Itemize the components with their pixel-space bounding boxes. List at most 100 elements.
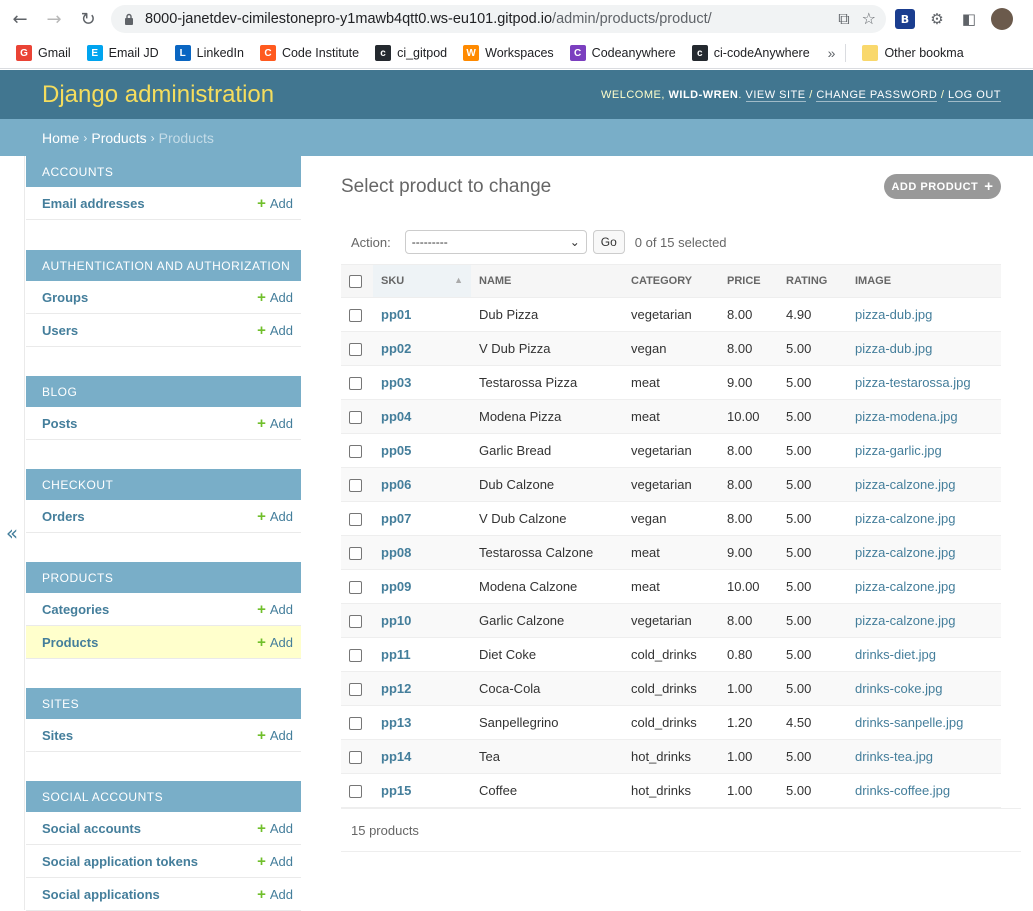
share-icon[interactable]: ⧉ [838,9,849,29]
add-sites-link[interactable]: + Add [257,727,293,744]
bookmarks-overflow-icon[interactable]: » [828,45,836,61]
product-image-link[interactable]: pizza-calzone.jpg [855,613,955,628]
add-categories-link[interactable]: + Add [257,601,293,618]
product-sku-link[interactable]: pp10 [381,613,411,628]
star-icon[interactable]: ☆ [862,9,876,29]
bookmark-ci-gitpod[interactable]: c ci_gitpod [375,45,447,61]
breadcrumb-app[interactable]: Products [91,130,146,146]
sidebar-item-label[interactable]: Social applications [42,887,160,902]
product-image-link[interactable]: pizza-dub.jpg [855,341,932,356]
product-sku-link[interactable]: pp01 [381,307,411,322]
column-header-sku[interactable]: SKU ▲ [373,264,471,298]
column-header-rating[interactable]: RATING [778,264,847,298]
column-header-category[interactable]: CATEGORY [623,264,719,298]
product-sku-link[interactable]: pp13 [381,715,411,730]
sidebar-item-label[interactable]: Users [42,323,78,338]
extensions-puzzle-icon[interactable]: ⚙ [927,9,947,29]
go-button[interactable]: Go [592,230,625,254]
row-checkbox[interactable] [349,615,362,629]
module-caption[interactable]: PRODUCTS [26,562,301,593]
product-sku-link[interactable]: pp07 [381,511,411,526]
sort-ascending-icon[interactable]: ▲ [454,275,463,285]
row-checkbox[interactable] [349,343,362,357]
bookmark-linkedin[interactable]: L LinkedIn [174,45,244,61]
product-image-link[interactable]: pizza-dub.jpg [855,307,932,322]
sidebar-item-label[interactable]: Email addresses [42,196,145,211]
module-caption[interactable]: SITES [26,688,301,719]
row-checkbox[interactable] [349,513,362,527]
product-image-link[interactable]: pizza-garlic.jpg [855,443,942,458]
toggle-sidebar-button[interactable]: « [0,156,25,910]
add-orders-link[interactable]: + Add [257,508,293,525]
product-sku-link[interactable]: pp03 [381,375,411,390]
sidebar-item-label[interactable]: Posts [42,416,77,431]
module-caption[interactable]: AUTHENTICATION AND AUTHORIZATION [26,250,301,281]
row-checkbox[interactable] [349,445,362,459]
column-header-image[interactable]: IMAGE [847,264,1001,298]
add-social-accounts-link[interactable]: + Add [257,820,293,837]
log-out-link[interactable]: LOG OUT [947,88,1001,102]
profile-avatar[interactable] [991,8,1013,30]
bookmark-code-institute[interactable]: C Code Institute [259,45,359,61]
product-image-link[interactable]: drinks-coffee.jpg [855,783,950,798]
sidebar-item-label[interactable]: Categories [42,602,109,617]
add-groups-link[interactable]: + Add [257,289,293,306]
column-header-name[interactable]: NAME [471,264,623,298]
sidebar-item-label[interactable]: Sites [42,728,73,743]
action-select[interactable]: --------- ⌄ [404,230,587,254]
product-sku-link[interactable]: pp09 [381,579,411,594]
add-posts-link[interactable]: + Add [257,415,293,432]
lock-icon[interactable] [119,13,139,26]
row-checkbox[interactable] [349,683,362,697]
row-checkbox[interactable] [349,751,362,765]
row-checkbox[interactable] [349,309,362,323]
product-image-link[interactable]: pizza-calzone.jpg [855,579,955,594]
sidebar-item-label[interactable]: Products [42,635,98,650]
change-password-link[interactable]: CHANGE PASSWORD [816,88,938,102]
bookmark-codeanywhere[interactable]: C Codeanywhere [569,45,676,61]
add-email-addresses-link[interactable]: + Add [257,195,293,212]
product-image-link[interactable]: drinks-sanpelle.jpg [855,715,963,730]
row-checkbox[interactable] [349,581,362,595]
product-sku-link[interactable]: pp12 [381,681,411,696]
product-sku-link[interactable]: pp11 [381,647,411,662]
product-image-link[interactable]: pizza-calzone.jpg [855,545,955,560]
module-caption[interactable]: BLOG [26,376,301,407]
site-brand[interactable]: Django administration [42,81,274,109]
sidebar-item-label[interactable]: Social application tokens [42,854,198,869]
product-sku-link[interactable]: pp08 [381,545,411,560]
bookmark-gmail[interactable]: G Gmail [16,45,71,61]
product-sku-link[interactable]: pp15 [381,783,411,798]
bookmark-ci-codeanywhere[interactable]: c ci-codeAnywhere [691,45,810,61]
row-checkbox[interactable] [349,479,362,493]
side-panel-icon[interactable]: ◧ [959,9,979,29]
select-all-checkbox[interactable] [349,274,362,288]
product-image-link[interactable]: drinks-diet.jpg [855,647,936,662]
back-icon[interactable]: ← [6,5,34,33]
product-image-link[interactable]: drinks-tea.jpg [855,749,933,764]
sidebar-item-label[interactable]: Social accounts [42,821,141,836]
column-header-price[interactable]: PRICE [719,264,778,298]
reload-icon[interactable]: ↻ [74,5,102,33]
add-users-link[interactable]: + Add [257,322,293,339]
add-social-application-tokens-link[interactable]: + Add [257,853,293,870]
module-caption[interactable]: SOCIAL ACCOUNTS [26,781,301,812]
product-sku-link[interactable]: pp14 [381,749,411,764]
sidebar-item-label[interactable]: Groups [42,290,88,305]
product-image-link[interactable]: drinks-coke.jpg [855,681,942,696]
product-image-link[interactable]: pizza-calzone.jpg [855,477,955,492]
product-image-link[interactable]: pizza-calzone.jpg [855,511,955,526]
row-checkbox[interactable] [349,547,362,561]
product-sku-link[interactable]: pp02 [381,341,411,356]
view-site-link[interactable]: VIEW SITE [745,88,806,102]
row-checkbox[interactable] [349,377,362,391]
breadcrumb-home[interactable]: Home [42,130,79,146]
address-bar[interactable]: 8000-janetdev-cimilestonepro-y1mawb4qtt0… [111,5,886,33]
module-caption[interactable]: ACCOUNTS [26,156,301,187]
forward-icon[interactable]: → [40,5,68,33]
product-image-link[interactable]: pizza-testarossa.jpg [855,375,971,390]
extension-shield-icon[interactable]: B [895,9,915,29]
product-image-link[interactable]: pizza-modena.jpg [855,409,958,424]
product-sku-link[interactable]: pp05 [381,443,411,458]
row-checkbox[interactable] [349,649,362,663]
